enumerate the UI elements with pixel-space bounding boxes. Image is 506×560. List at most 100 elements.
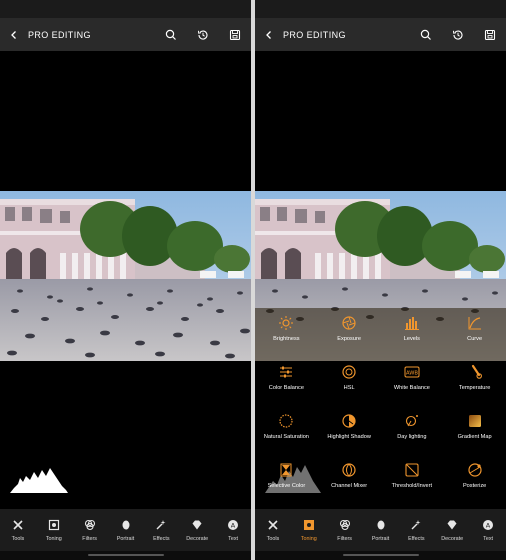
tools-icon <box>268 520 278 530</box>
tool-label: Text <box>483 536 494 542</box>
tool-effects[interactable]: Effects <box>143 509 179 551</box>
back-button[interactable] <box>255 18 283 51</box>
tool-label: Decorate <box>186 536 209 542</box>
toning-icon <box>48 519 59 531</box>
search-icon <box>420 29 431 40</box>
tool-toning[interactable]: Toning <box>291 509 327 551</box>
option-brightness[interactable]: Brightness <box>255 312 318 361</box>
tool-tools[interactable]: Tools <box>255 509 291 551</box>
option-label: Highlight Shadow <box>327 434 371 440</box>
tool-label: Filters <box>337 536 352 542</box>
chevron-left-icon <box>11 30 16 39</box>
option-curve[interactable]: Curve <box>443 312 506 361</box>
tool-label: Text <box>228 536 239 542</box>
top-bar: PRO EDITING <box>0 18 251 51</box>
option-label: Levels <box>403 336 420 342</box>
levels-icon <box>404 317 419 330</box>
option-highlight-shadow[interactable]: Highlight Shadow <box>318 410 381 459</box>
bottom-toolbar: Tools Toning Filters Portrait Effects De… <box>0 509 251 551</box>
tool-text[interactable]: A Text <box>470 509 506 551</box>
toning-panel: Brightness Exposure Levels Curve Color B… <box>255 308 506 509</box>
option-selective-color[interactable]: Selective Color <box>255 459 318 508</box>
option-label: Selective Color <box>267 483 306 489</box>
option-label: Brightness <box>273 336 300 342</box>
tool-label: Effects <box>408 536 425 542</box>
toning-grid: Brightness Exposure Levels Curve Color B… <box>255 312 506 508</box>
filters-icon <box>84 519 95 531</box>
home-indicator <box>0 551 251 560</box>
curve-icon <box>468 317 481 330</box>
tool-portrait[interactable]: Portrait <box>108 509 144 551</box>
page-title: PRO EDITING <box>28 29 91 40</box>
threshold-icon <box>405 463 419 477</box>
search-button[interactable] <box>410 18 442 51</box>
option-label: Curve <box>467 336 483 342</box>
channel-mixer-icon <box>342 463 356 477</box>
tool-label: Toning <box>45 536 62 542</box>
tool-label: Decorate <box>441 536 464 542</box>
option-white-balance[interactable]: AWB White Balance <box>381 361 444 410</box>
save-button[interactable] <box>474 18 506 51</box>
history-icon <box>198 30 208 40</box>
tool-text[interactable]: A Text <box>215 509 251 551</box>
option-label: Gradient Map <box>457 434 492 440</box>
option-posterize[interactable]: Posterize <box>443 459 506 508</box>
tool-label: Effects <box>153 536 170 542</box>
back-button[interactable] <box>0 18 28 51</box>
tool-filters[interactable]: Filters <box>72 509 108 551</box>
option-hsl[interactable]: HSL <box>318 361 381 410</box>
tool-filters[interactable]: Filters <box>327 509 363 551</box>
save-button[interactable] <box>219 18 251 51</box>
tool-decorate[interactable]: Decorate <box>179 509 215 551</box>
thermometer-icon <box>471 364 482 379</box>
histogram <box>10 468 68 493</box>
option-gradient-map[interactable]: Gradient Map <box>443 410 506 459</box>
filters-icon <box>339 519 350 531</box>
photo-canvas[interactable] <box>0 191 251 361</box>
history-button[interactable] <box>187 18 219 51</box>
option-label: Channel Mixer <box>331 483 368 489</box>
status-bar <box>0 0 251 18</box>
search-button[interactable] <box>155 18 187 51</box>
decorate-icon <box>192 520 202 530</box>
option-day-lighting[interactable]: Day lighting <box>381 410 444 459</box>
tool-label: Tools <box>11 536 25 542</box>
tool-label: Portrait <box>371 536 390 542</box>
hourglass-icon <box>280 463 292 477</box>
option-label: Posterize <box>462 483 487 489</box>
bottom-toolbar: Tools Toning Filters Portrait Effects De… <box>255 509 506 551</box>
option-natural-saturation[interactable]: Natural Saturation <box>255 410 318 459</box>
toning-icon <box>303 520 314 530</box>
text-icon: A <box>228 520 239 530</box>
option-levels[interactable]: Levels <box>381 312 444 361</box>
option-label: Temperature <box>458 385 491 391</box>
option-threshold-invert[interactable]: Threshold/Invert <box>381 459 444 508</box>
save-icon <box>229 29 241 40</box>
effects-icon <box>411 520 421 530</box>
svg-text:A: A <box>486 521 491 529</box>
option-color-balance[interactable]: Color Balance <box>255 361 318 410</box>
home-indicator <box>255 551 506 560</box>
tool-portrait[interactable]: Portrait <box>363 509 399 551</box>
tool-tools[interactable]: Tools <box>0 509 36 551</box>
option-channel-mixer[interactable]: Channel Mixer <box>318 459 381 508</box>
option-temperature[interactable]: Temperature <box>443 361 506 410</box>
option-label: Exposure <box>337 336 361 342</box>
option-label: HSL <box>343 385 355 391</box>
tools-icon <box>13 520 23 530</box>
tool-decorate[interactable]: Decorate <box>434 509 470 551</box>
saturation-icon <box>279 414 293 428</box>
option-exposure[interactable]: Exposure <box>318 312 381 361</box>
page-title: PRO EDITING <box>283 29 346 40</box>
history-icon <box>453 30 463 40</box>
tool-effects[interactable]: Effects <box>398 509 434 551</box>
option-label: Threshold/Invert <box>391 483 433 489</box>
tool-toning[interactable]: Toning <box>36 509 72 551</box>
status-bar <box>255 0 506 18</box>
left-screen: PRO EDITING Tools Toning Filters Portrai… <box>0 0 251 560</box>
hsl-icon <box>342 365 356 379</box>
sliders-icon <box>280 366 293 378</box>
decorate-icon <box>447 520 457 530</box>
history-button[interactable] <box>442 18 474 51</box>
tool-label: Toning <box>300 536 317 542</box>
